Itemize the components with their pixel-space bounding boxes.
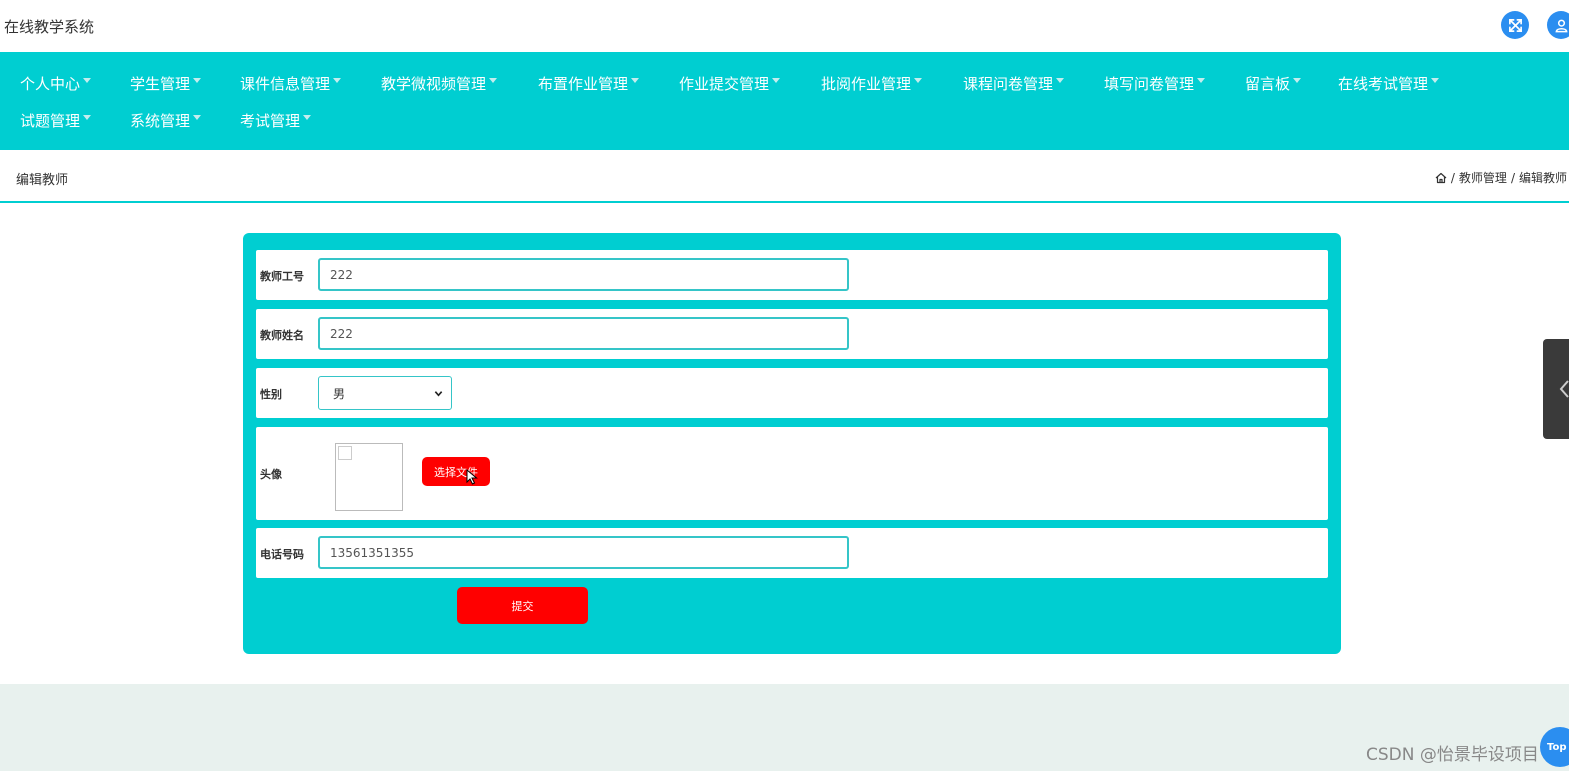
nav-assign-homework[interactable]: 布置作业管理 (538, 73, 640, 94)
nav-message-board[interactable]: 留言板 (1245, 73, 1302, 94)
app-title: 在线教学系统 (4, 18, 95, 36)
gender-selected-value: 男 (333, 386, 346, 401)
content-area: 教师工号 教师姓名 性别 男 头像 选择文件 电话号码 (0, 203, 1569, 684)
phone-label: 电话号码 (260, 548, 304, 561)
breadcrumb: / 教师管理 / 编辑教师 (1435, 169, 1567, 186)
chevron-left-icon (1559, 380, 1569, 398)
caret-down-icon (193, 115, 202, 120)
caret-down-icon (303, 115, 312, 120)
avatar-label: 头像 (260, 468, 282, 481)
caret-down-icon (1293, 78, 1302, 83)
chevron-down-icon (434, 390, 443, 397)
nav-exam-management[interactable]: 考试管理 (240, 110, 312, 131)
home-icon[interactable] (1435, 172, 1447, 184)
broken-image-icon (338, 446, 352, 460)
nav-micro-video-management[interactable]: 教学微视频管理 (381, 73, 498, 94)
form-row-teacher-id: 教师工号 (256, 250, 1328, 300)
teacher-id-input[interactable] (318, 258, 849, 291)
form-row-phone: 电话号码 (256, 528, 1328, 578)
caret-down-icon (1197, 78, 1206, 83)
breadcrumb-teacher-management[interactable]: 教师管理 (1459, 169, 1507, 186)
watermark: CSDN @怡景毕设项目 (1366, 745, 1539, 765)
nav-grade-homework[interactable]: 批阅作业管理 (821, 73, 923, 94)
nav-online-exam[interactable]: 在线考试管理 (1338, 73, 1440, 94)
nav-course-survey[interactable]: 课程问卷管理 (963, 73, 1065, 94)
gender-label: 性别 (260, 388, 282, 401)
nav-student-management[interactable]: 学生管理 (130, 73, 202, 94)
nav-courseware-management[interactable]: 课件信息管理 (240, 73, 342, 94)
caret-down-icon (333, 78, 342, 83)
caret-down-icon (1431, 78, 1440, 83)
nav-homework-submission[interactable]: 作业提交管理 (679, 73, 781, 94)
breadcrumb-separator: / (1510, 170, 1515, 185)
caret-down-icon (83, 78, 92, 83)
form-row-avatar: 头像 选择文件 (256, 427, 1328, 520)
teacher-name-input[interactable] (318, 317, 849, 350)
submit-button[interactable]: 提交 (457, 587, 588, 624)
breadcrumb-separator: / (1450, 170, 1455, 185)
caret-down-icon (83, 115, 92, 120)
main-nav: 个人中心 学生管理 课件信息管理 教学微视频管理 布置作业管理 作业提交管理 批… (0, 52, 1569, 150)
top-header: 在线教学系统 (0, 0, 1569, 52)
avatar-preview (335, 443, 403, 511)
edit-teacher-form: 教师工号 教师姓名 性别 男 头像 选择文件 电话号码 (243, 233, 1341, 654)
side-panel-toggle[interactable] (1543, 339, 1569, 439)
fullscreen-icon[interactable] (1501, 11, 1529, 39)
user-icon[interactable] (1547, 11, 1569, 39)
form-row-teacher-name: 教师姓名 (256, 309, 1328, 359)
choose-file-button[interactable]: 选择文件 (422, 457, 490, 486)
nav-system-management[interactable]: 系统管理 (130, 110, 202, 131)
teacher-name-label: 教师姓名 (260, 329, 304, 342)
caret-down-icon (193, 78, 202, 83)
cursor-icon (466, 469, 478, 485)
teacher-id-label: 教师工号 (260, 270, 304, 283)
page-title: 编辑教师 (16, 173, 69, 188)
caret-down-icon (914, 78, 923, 83)
breadcrumb-bar: 编辑教师 / 教师管理 / 编辑教师 (0, 150, 1569, 203)
caret-down-icon (772, 78, 781, 83)
nav-personal-center[interactable]: 个人中心 (20, 73, 92, 94)
phone-input[interactable] (318, 536, 849, 569)
form-row-gender: 性别 男 (256, 368, 1328, 418)
caret-down-icon (489, 78, 498, 83)
caret-down-icon (631, 78, 640, 83)
breadcrumb-edit-teacher: 编辑教师 (1518, 171, 1567, 185)
nav-fill-survey[interactable]: 填写问卷管理 (1104, 73, 1206, 94)
gender-select[interactable]: 男 (318, 376, 452, 410)
nav-question-management[interactable]: 试题管理 (20, 110, 92, 131)
footer-area (0, 684, 1569, 771)
caret-down-icon (1056, 78, 1065, 83)
